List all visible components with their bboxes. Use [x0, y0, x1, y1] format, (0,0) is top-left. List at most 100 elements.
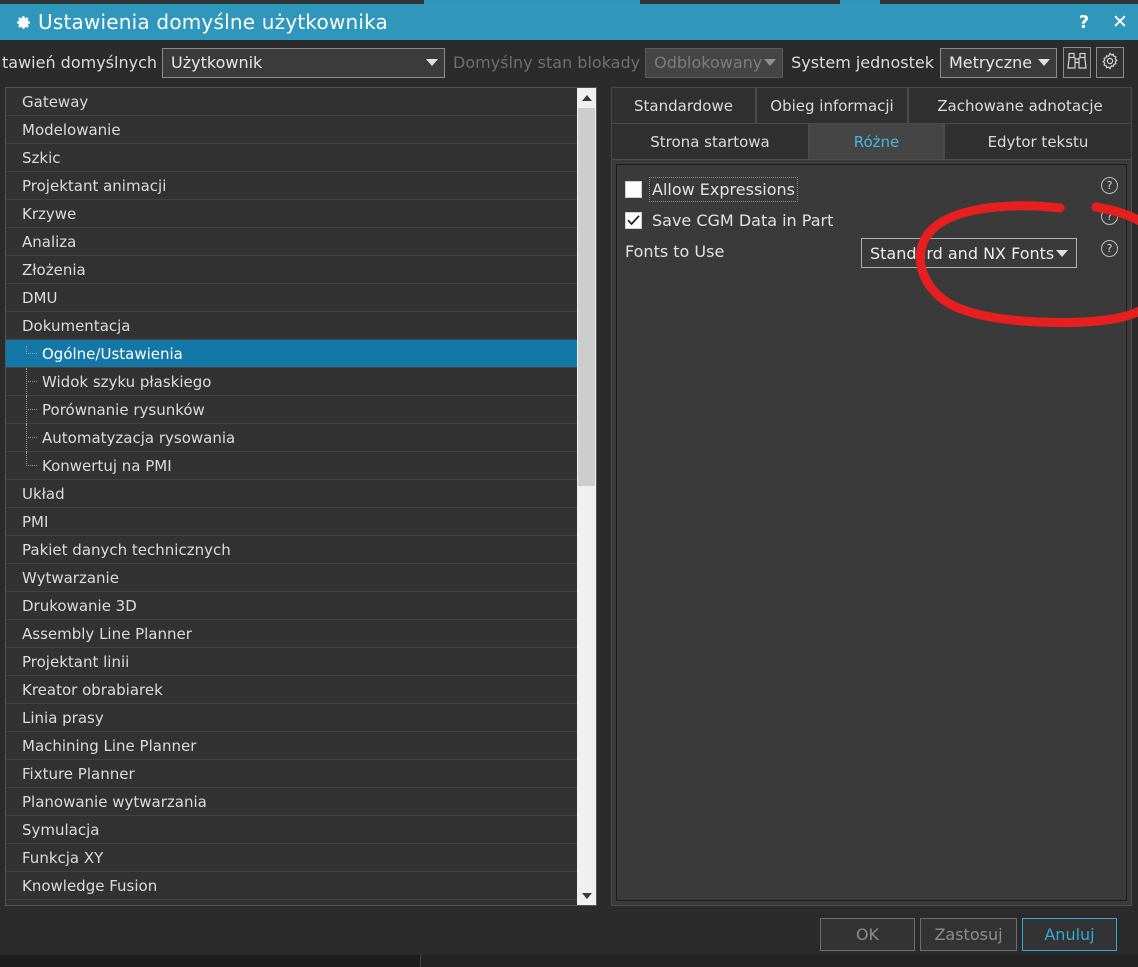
- scroll-up-button[interactable]: [577, 88, 596, 107]
- chevron-down-icon: [1056, 249, 1068, 257]
- cancel-button[interactable]: Anuluj: [1022, 918, 1117, 951]
- settings-scope-dropdown[interactable]: Użytkownik: [162, 47, 446, 78]
- tree-connector: [26, 452, 38, 480]
- scrollbar-thumb[interactable]: [578, 108, 595, 486]
- unit-system-dropdown[interactable]: Metryczne: [939, 47, 1057, 78]
- chevron-down-icon: [1037, 59, 1050, 66]
- category-subitem[interactable]: Widok szyku płaskiego: [6, 368, 578, 396]
- close-icon[interactable]: ✕: [1102, 4, 1138, 40]
- save-cgm-data-checkbox[interactable]: [625, 211, 642, 229]
- apply-button[interactable]: Zastosuj: [920, 918, 1017, 951]
- category-item[interactable]: Szkic: [6, 144, 578, 172]
- category-label: Szkic: [22, 149, 61, 167]
- category-item[interactable]: Funkcja XY: [6, 844, 578, 872]
- gear-icon: [1100, 51, 1120, 75]
- fonts-to-use-row: Fonts to Use: [625, 237, 724, 265]
- category-item[interactable]: Złożenia: [6, 256, 578, 284]
- category-subitem[interactable]: Konwertuj na PMI: [6, 452, 578, 480]
- category-item[interactable]: Układ: [6, 480, 578, 508]
- category-item[interactable]: Symulacja: [6, 816, 578, 844]
- category-label: Machining Line Planner: [22, 737, 197, 755]
- category-item[interactable]: Gateway: [6, 88, 578, 116]
- fonts-to-use-label: Fonts to Use: [625, 241, 725, 261]
- category-item[interactable]: Drukowanie 3D: [6, 592, 578, 620]
- category-item[interactable]: Knowledge Fusion: [6, 872, 578, 900]
- category-item[interactable]: Krzywe: [6, 200, 578, 228]
- find-button[interactable]: [1062, 47, 1091, 78]
- title-bar: Ustawienia domyślne użytkownika ? ✕: [0, 4, 1138, 40]
- dialog-buttons: OK Zastosuj Anuluj: [0, 918, 1138, 952]
- scroll-down-button[interactable]: [577, 886, 596, 905]
- category-label: Konwertuj na PMI: [42, 457, 172, 475]
- category-item[interactable]: Wytwarzanie: [6, 564, 578, 592]
- category-subitem[interactable]: Porównanie rysunków: [6, 396, 578, 424]
- category-subitem[interactable]: Ogólne/Ustawienia: [6, 340, 578, 368]
- tab-r-ne[interactable]: Różne: [809, 123, 944, 159]
- category-item[interactable]: Modelowanie: [6, 116, 578, 144]
- panel-content-inner: Allow Expressions Save CGM Data in Part …: [616, 164, 1127, 901]
- user-default-settings-dialog: Ustawienia domyślne użytkownika ? ✕ tawi…: [0, 0, 1138, 967]
- help-icon[interactable]: ?: [1101, 208, 1118, 225]
- category-label: Dokumentacja: [22, 317, 131, 335]
- tab-zachowane-adnotacje[interactable]: Zachowane adnotacje: [908, 87, 1132, 123]
- list-scrollbar[interactable]: [577, 88, 596, 905]
- allow-expressions-checkbox[interactable]: [625, 180, 642, 198]
- tab-edytor-tekstu[interactable]: Edytor tekstu: [944, 123, 1132, 159]
- category-item[interactable]: Analiza: [6, 228, 578, 256]
- category-label: Symulacja: [22, 821, 100, 839]
- category-label: Assembly Line Planner: [22, 625, 192, 643]
- checkmark-icon: [627, 214, 640, 225]
- option-save-cgm-data[interactable]: Save CGM Data in Part: [625, 206, 833, 234]
- category-item[interactable]: Pakiet danych technicznych: [6, 536, 578, 564]
- chevron-down-icon: [426, 59, 439, 66]
- settings-category-list: Gateway Modelowanie Szkic Projektant animac…: [5, 87, 597, 906]
- category-label: Fixture Planner: [22, 765, 135, 783]
- settings-panel: Standardowe Obieg informacji Zachowane adn…: [611, 87, 1132, 906]
- category-item[interactable]: Planowanie wytwarzania: [6, 788, 578, 816]
- category-item[interactable]: Dokumentacja: [6, 312, 578, 340]
- category-item[interactable]: Projektant linii: [6, 648, 578, 676]
- allow-expressions-label: Allow Expressions: [649, 176, 798, 202]
- ok-button[interactable]: OK: [820, 918, 915, 951]
- tab-strona-startowa[interactable]: Strona startowa: [611, 123, 809, 159]
- tab-standardowe[interactable]: Standardowe: [611, 87, 756, 123]
- category-item[interactable]: PMI: [6, 508, 578, 536]
- category-label: Modelowanie: [22, 121, 121, 139]
- category-list-body[interactable]: Gateway Modelowanie Szkic Projektant animac…: [6, 88, 578, 905]
- tab-obieg-informacji[interactable]: Obieg informacji: [756, 87, 908, 123]
- category-item[interactable]: DMU: [6, 284, 578, 312]
- category-item[interactable]: Machining Line Planner: [6, 732, 578, 760]
- category-item[interactable]: Projektant animacji: [6, 172, 578, 200]
- lock-state-dropdown: Odblokowany: [645, 47, 784, 78]
- category-item[interactable]: Linia prasy: [6, 704, 578, 732]
- category-label: Analiza: [22, 233, 77, 251]
- category-label: Planowanie wytwarzania: [22, 793, 207, 811]
- window-title: Ustawienia domyślne użytkownika: [38, 10, 389, 34]
- category-label: Projektant animacji: [22, 177, 167, 195]
- category-subitem[interactable]: Automatyzacja rysowania: [6, 424, 578, 452]
- category-item[interactable]: Kreator obrabiarek: [6, 676, 578, 704]
- category-label: Wytwarzanie: [22, 569, 119, 587]
- save-cgm-data-label: Save CGM Data in Part: [652, 210, 834, 230]
- category-label: Automatyzacja rysowania: [42, 429, 236, 447]
- category-label: Złożenia: [22, 261, 86, 279]
- chevron-down-icon: [764, 59, 777, 66]
- category-label: Knowledge Fusion: [22, 877, 158, 895]
- chevron-up-icon: [581, 94, 592, 101]
- fonts-to-use-value: Standard and NX Fonts: [870, 243, 1055, 263]
- help-button[interactable]: ?: [1066, 4, 1102, 40]
- category-item[interactable]: Assembly Line Planner: [6, 620, 578, 648]
- category-item[interactable]: Fixture Planner: [6, 760, 578, 788]
- category-label: Pakiet danych technicznych: [22, 541, 231, 559]
- fonts-to-use-dropdown[interactable]: Standard and NX Fonts: [861, 238, 1077, 268]
- settings-options-button[interactable]: [1095, 47, 1124, 78]
- help-icon[interactable]: ?: [1101, 240, 1118, 257]
- category-label: Projektant linii: [22, 653, 130, 671]
- option-allow-expressions[interactable]: Allow Expressions: [625, 175, 798, 203]
- chevron-down-icon: [581, 892, 592, 899]
- help-icon[interactable]: ?: [1101, 177, 1118, 194]
- settings-scope-label: tawień domyślnych: [2, 53, 158, 72]
- category-label: Krzywe: [22, 205, 77, 223]
- gear-icon: [10, 14, 36, 31]
- unit-system-label: System jednostek: [791, 53, 934, 72]
